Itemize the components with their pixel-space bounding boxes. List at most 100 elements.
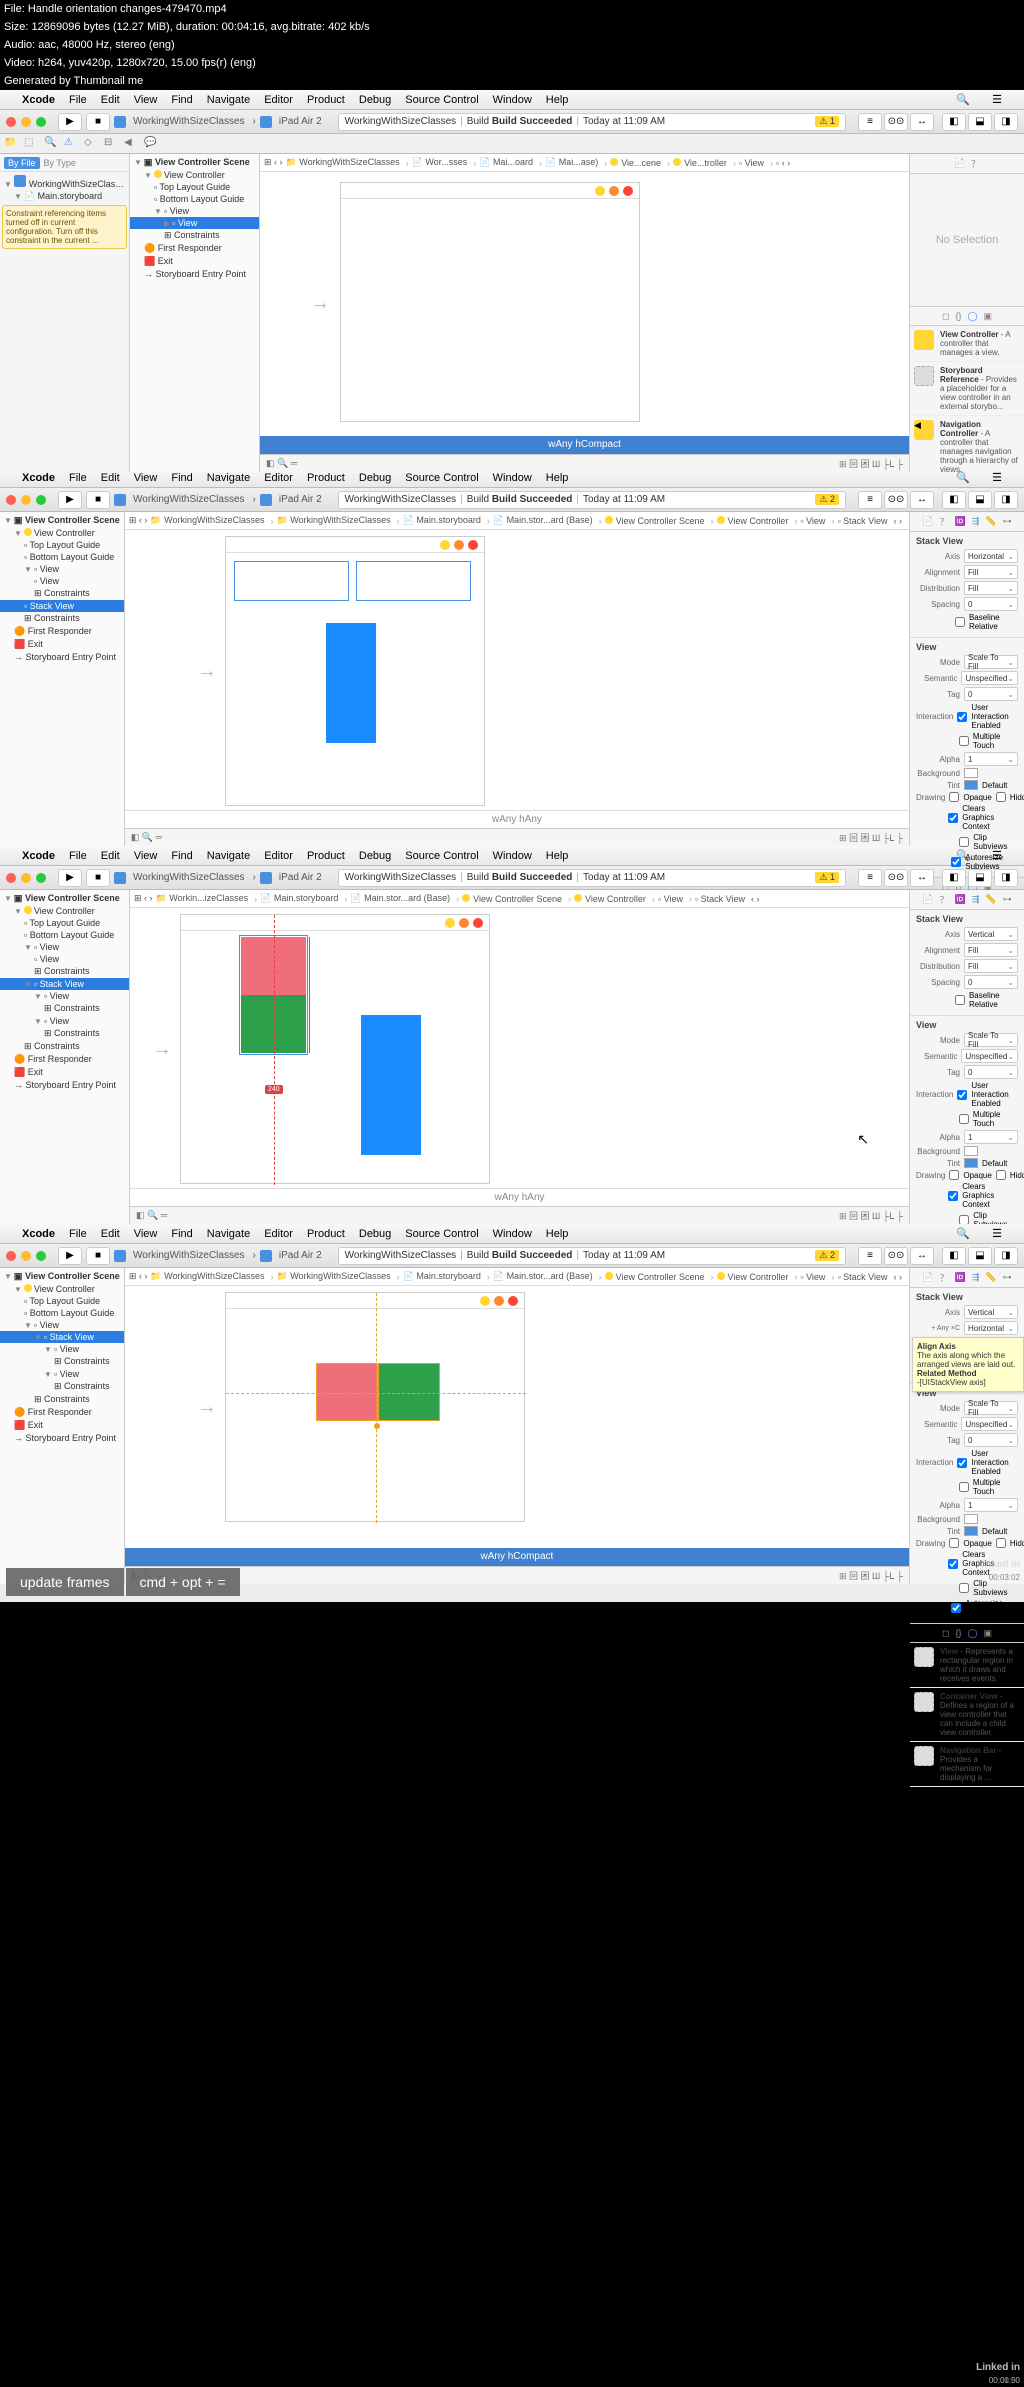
top-guide-item[interactable]: ▫ Top Layout Guide bbox=[0, 917, 129, 929]
library-navbar[interactable]: Navigation Bar - Provides a mechanism fo… bbox=[910, 1742, 1024, 1787]
entry-point-item[interactable]: → Storyboard Entry Point bbox=[0, 651, 124, 663]
ib-canvas-2[interactable]: → bbox=[125, 530, 909, 810]
first-responder-item[interactable]: 🟠 First Responder bbox=[0, 1406, 124, 1419]
alpha-field[interactable]: 1 bbox=[964, 752, 1018, 766]
baseline-checkbox[interactable] bbox=[955, 617, 965, 627]
view-item[interactable]: ▼▫ View bbox=[130, 205, 259, 217]
run-button[interactable]: ▶ bbox=[58, 869, 82, 887]
background-swatch[interactable] bbox=[964, 1514, 978, 1524]
exit-item[interactable]: 🟥 Exit bbox=[130, 255, 259, 268]
alpha-field[interactable]: 1 bbox=[964, 1130, 1018, 1144]
autoresize-checkbox[interactable] bbox=[951, 1603, 961, 1613]
constraints-sub-item[interactable]: ⊞ Constraints bbox=[0, 965, 129, 978]
stop-button[interactable]: ■ bbox=[86, 1247, 110, 1265]
menu-xcode[interactable]: Xcode bbox=[22, 94, 55, 106]
mode-select[interactable]: Scale To Fill bbox=[964, 655, 1018, 669]
alignment-select[interactable]: Fill bbox=[964, 565, 1018, 579]
semantic-select[interactable]: Unspecified bbox=[961, 671, 1018, 685]
close-button[interactable] bbox=[6, 1251, 16, 1261]
hidden-checkbox[interactable] bbox=[996, 1170, 1006, 1180]
alignment-select[interactable]: Fill bbox=[964, 943, 1018, 957]
outline-rect-1[interactable] bbox=[234, 561, 349, 601]
report-nav-icon[interactable]: 💬 bbox=[144, 137, 158, 151]
top-guide-item[interactable]: ▫ Top Layout Guide bbox=[130, 181, 259, 193]
warning-badge[interactable]: ⚠ 2 bbox=[815, 1250, 839, 1261]
entry-point-item[interactable]: → Storyboard Entry Point bbox=[0, 1079, 129, 1091]
project-item[interactable]: ▼WorkingWithSizeClasses 1 issue bbox=[0, 174, 129, 190]
user-interaction-checkbox[interactable] bbox=[957, 712, 967, 722]
stack-constraints-1[interactable]: ⊞ Constraints bbox=[0, 1002, 129, 1015]
search-icon[interactable]: 🔍 bbox=[956, 1227, 970, 1240]
close-button[interactable] bbox=[6, 873, 16, 883]
menu-view[interactable]: View bbox=[134, 472, 158, 484]
view-item[interactable]: ▼▫ View bbox=[0, 563, 124, 575]
vc-item[interactable]: ▼View Controller bbox=[0, 527, 124, 539]
axis-select[interactable]: Vertical bbox=[964, 1305, 1018, 1319]
view-controller-canvas[interactable] bbox=[225, 536, 485, 806]
find-nav-icon[interactable]: 🔍 bbox=[44, 137, 58, 151]
menu-editor[interactable]: Editor bbox=[264, 472, 293, 484]
opaque-checkbox[interactable] bbox=[949, 1170, 959, 1180]
menu-product[interactable]: Product bbox=[307, 472, 345, 484]
menu-help[interactable]: Help bbox=[546, 472, 569, 484]
green-view[interactable] bbox=[378, 1363, 440, 1421]
clip-subviews-checkbox[interactable] bbox=[959, 837, 969, 847]
stack-view-sub2[interactable]: ▼▫ View bbox=[0, 1368, 124, 1380]
minimize-button[interactable] bbox=[21, 495, 31, 505]
opaque-checkbox[interactable] bbox=[949, 792, 959, 802]
stack-constraints-2[interactable]: ⊞ Constraints bbox=[0, 1027, 129, 1040]
distribution-select[interactable]: Fill bbox=[964, 959, 1018, 973]
tint-swatch[interactable] bbox=[964, 1526, 978, 1536]
baseline-checkbox[interactable] bbox=[955, 995, 965, 1005]
size-class-label[interactable]: wAny hAny bbox=[125, 810, 909, 828]
editor-assistant-button[interactable]: ⊙⊙ bbox=[884, 113, 908, 131]
clears-graphics-checkbox[interactable] bbox=[948, 1191, 958, 1201]
editor-version-button[interactable]: ↔ bbox=[910, 491, 934, 509]
exit-item[interactable]: 🟥 Exit bbox=[0, 1419, 124, 1432]
stack-constraints-1[interactable]: ⊞ Constraints bbox=[0, 1355, 124, 1368]
search-icon[interactable]: 🔍 bbox=[956, 471, 970, 484]
view-sub-item[interactable]: ▫ View bbox=[0, 575, 124, 587]
alpha-field[interactable]: 1 bbox=[964, 1498, 1018, 1512]
background-swatch[interactable] bbox=[964, 1146, 978, 1156]
blue-view[interactable] bbox=[326, 623, 376, 743]
maximize-button[interactable] bbox=[36, 1251, 46, 1261]
toggle-debug-button[interactable]: ⬓ bbox=[968, 113, 992, 131]
editor-standard-button[interactable]: ≡ bbox=[858, 491, 882, 509]
run-button[interactable]: ▶ bbox=[58, 1247, 82, 1265]
semantic-select[interactable]: Unspecified bbox=[961, 1049, 1018, 1063]
project-nav-icon[interactable]: 📁 bbox=[4, 137, 18, 151]
menu-editor[interactable]: Editor bbox=[264, 94, 293, 106]
toggle-navigator-button[interactable]: ◧ bbox=[942, 113, 966, 131]
scheme-chooser[interactable]: WorkingWithSizeClasses › iPad Air 2 bbox=[114, 113, 326, 131]
menu-debug[interactable]: Debug bbox=[359, 472, 391, 484]
scheme-chooser[interactable]: WorkingWithSizeClasses›iPad Air 2 bbox=[114, 491, 326, 509]
spacing-field[interactable]: 0 bbox=[964, 597, 1018, 611]
multiple-touch-checkbox[interactable] bbox=[959, 1482, 969, 1492]
menu-edit[interactable]: Edit bbox=[101, 94, 120, 106]
stack-view-sub2[interactable]: ▼▫ View bbox=[0, 1015, 129, 1027]
file-template-icon[interactable]: ◻ bbox=[942, 311, 949, 322]
responder-icon[interactable] bbox=[609, 186, 619, 196]
stackview-item[interactable]: ▼▫ Stack View bbox=[0, 978, 129, 990]
maximize-button[interactable] bbox=[36, 495, 46, 505]
blue-view[interactable] bbox=[361, 1015, 421, 1155]
close-button[interactable] bbox=[6, 117, 16, 127]
exit-item[interactable]: 🟥 Exit bbox=[0, 638, 124, 651]
warning-detail[interactable]: Constraint referencing items turned off … bbox=[2, 205, 127, 249]
menu-window[interactable]: Window bbox=[493, 472, 532, 484]
media-library-icon[interactable]: ▣ bbox=[984, 311, 993, 322]
axis-select[interactable]: Vertical bbox=[964, 927, 1018, 941]
menu-find[interactable]: Find bbox=[171, 94, 192, 106]
code-snippet-icon[interactable]: {} bbox=[955, 311, 961, 321]
jump-bar[interactable]: ⊞ ‹ › 📁 WorkingWithSizeClasses› 📄 Wor...… bbox=[260, 154, 909, 172]
ib-canvas[interactable]: → bbox=[260, 172, 909, 436]
entry-point-item[interactable]: → Storyboard Entry Point bbox=[130, 268, 259, 280]
stackview-item[interactable]: ▼▫ Stack View bbox=[0, 1331, 124, 1343]
menu-edit[interactable]: Edit bbox=[101, 472, 120, 484]
warning-badge[interactable]: ⚠ 1 bbox=[815, 872, 839, 883]
first-responder-item[interactable]: 🟠 First Responder bbox=[0, 1053, 129, 1066]
menu-help[interactable]: Help bbox=[546, 94, 569, 106]
opaque-checkbox[interactable] bbox=[949, 1538, 959, 1548]
notifications-icon[interactable]: ☰ bbox=[992, 471, 1002, 484]
